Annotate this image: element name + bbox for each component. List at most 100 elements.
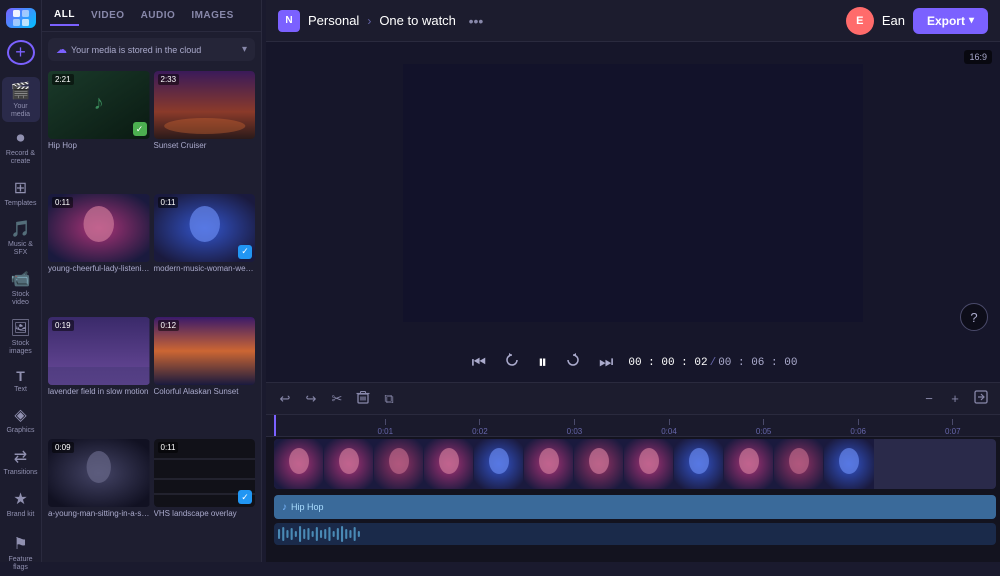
main-content: N Personal › One to watch ••• E Ean Expo…	[266, 0, 1000, 562]
zoom-out-icon: −	[925, 391, 933, 406]
zoom-out-button[interactable]: −	[918, 388, 940, 410]
scissors-icon: ✂	[332, 391, 343, 407]
ruler-mark-3: 0:03	[527, 419, 622, 436]
audio-track-waveform[interactable]	[270, 523, 1000, 549]
tab-images[interactable]: IMAGES	[187, 6, 237, 25]
sidebar-item-stock-images[interactable]: 🖼 Stock images	[2, 314, 40, 359]
ruler-mark-7: 0:07	[905, 419, 1000, 436]
current-time: 00 : 00 : 02	[628, 357, 707, 369]
skip-back-icon: ⏮	[472, 354, 486, 372]
plus-icon: +	[15, 42, 26, 63]
cloud-banner[interactable]: ☁ Your media is stored in the cloud ▾	[48, 38, 255, 61]
app-logo[interactable]	[6, 8, 36, 28]
rewind-icon	[504, 352, 520, 373]
zoom-in-button[interactable]: +	[944, 388, 966, 410]
topbar: N Personal › One to watch ••• E Ean Expo…	[266, 0, 1000, 42]
text-icon: T	[16, 368, 25, 384]
ruler-mark-6: 0:06	[811, 419, 906, 436]
skip-forward-button[interactable]: ⏭	[596, 351, 616, 375]
timecode: 00 : 00 : 02 / 00 : 06 : 00	[628, 357, 797, 369]
timeline: ↩ ↪ ✂	[266, 382, 1000, 562]
sidebar-item-feature-flags[interactable]: ⚑ Feature flags	[2, 530, 40, 575]
record-icon: ⏺	[16, 130, 24, 148]
user-avatar: E	[846, 7, 874, 35]
ellipsis-icon: •••	[469, 13, 484, 29]
fit-button[interactable]	[970, 388, 992, 410]
pause-icon: ⏸	[538, 352, 547, 373]
ruler-mark-4: 0:04	[622, 419, 717, 436]
sidebar-item-your-media[interactable]: 🎬 Your media	[2, 77, 40, 122]
timeline-ruler: 0:01 0:02 0:03 0:04 0:05 0:06 0:07	[266, 415, 1000, 437]
list-item[interactable]: 0:11 young-cheerful-lady-listening-to...	[48, 194, 150, 313]
play-pause-button[interactable]: ⏸	[535, 349, 550, 376]
question-mark-icon: ?	[970, 310, 977, 325]
fast-forward-button[interactable]	[562, 349, 584, 376]
user-name: Ean	[882, 13, 905, 28]
redo-button[interactable]: ↪	[300, 388, 322, 410]
add-media-button[interactable]: +	[7, 40, 35, 65]
timeline-toolbar: ↩ ↪ ✂	[266, 383, 1000, 415]
check-icon: ✓	[238, 490, 252, 504]
delete-button[interactable]	[352, 388, 374, 410]
list-item[interactable]: 0:09 a-young-man-sitting-in-a-studio-...	[48, 439, 150, 558]
cut-button[interactable]: ✂	[326, 388, 348, 410]
zoom-in-icon: +	[951, 391, 959, 406]
playhead	[274, 415, 276, 436]
sidebar-item-transitions[interactable]: ⇄ Transitions	[2, 443, 40, 481]
tab-audio[interactable]: AUDIO	[137, 6, 180, 25]
video-track[interactable]	[270, 437, 1000, 493]
sidebar-item-brand-kit[interactable]: ★ Brand kit	[2, 485, 40, 523]
check-icon: ✓	[133, 122, 147, 136]
sidebar-item-stock-video[interactable]: 📹 Stock video	[2, 265, 40, 310]
list-item[interactable]: 2:33 Sunset Cruiser	[154, 71, 256, 190]
transitions-icon: ⇄	[14, 447, 27, 467]
music-icon: 🎵	[11, 219, 31, 239]
preview-area: 16:9 ?	[266, 42, 1000, 343]
sidebar-item-record-create[interactable]: ⏺ Record &create	[2, 126, 40, 169]
feature-flags-icon: ⚑	[13, 534, 27, 554]
sidebar-item-music-sfx[interactable]: 🎵 Music & SFX	[2, 215, 40, 260]
sidebar-item-templates[interactable]: ⊞ Templates	[2, 174, 40, 212]
list-item[interactable]: 0:11 ✓ VHS landscape overlay	[154, 439, 256, 558]
templates-icon: ⊞	[14, 178, 27, 198]
timeline-tracks: ♪ Hip Hop	[266, 437, 1000, 562]
media-grid: ♪ 2:21 ✓ Hip Hop	[42, 67, 261, 562]
brand-kit-icon: ★	[13, 489, 27, 509]
list-item[interactable]: 0:11 ✓ modern-music-woman-wearing-...	[154, 194, 256, 313]
media-panel: ALL VIDEO AUDIO IMAGES ☁ Your media is s…	[42, 0, 262, 562]
list-item[interactable]: 0:12 Colorful Alaskan Sunset	[154, 317, 256, 436]
sidebar-item-text[interactable]: T Text	[2, 364, 40, 398]
chevron-down-icon: ▾	[242, 44, 247, 55]
rewind-button[interactable]	[501, 349, 523, 376]
tab-video[interactable]: VIDEO	[87, 6, 129, 25]
skip-back-button[interactable]: ⏮	[469, 351, 489, 375]
ruler-mark-2: 0:02	[433, 419, 528, 436]
audio-track-hip-hop[interactable]: ♪ Hip Hop	[270, 495, 1000, 521]
chevron-right-icon: ›	[367, 14, 371, 28]
list-item[interactable]: ♪ 2:21 ✓ Hip Hop	[48, 71, 150, 190]
copy-button[interactable]: ⧉	[378, 388, 400, 410]
sidebar-item-graphics[interactable]: ◈ Graphics	[2, 401, 40, 439]
skip-forward-icon: ⏭	[599, 354, 613, 372]
tab-all[interactable]: ALL	[50, 5, 79, 26]
project-badge: N	[278, 10, 300, 32]
stock-images-icon: 🖼	[10, 318, 30, 338]
delete-icon	[356, 390, 370, 407]
list-item[interactable]: 0:19 lavender field in slow motion	[48, 317, 150, 436]
music-note-icon: ♪	[282, 502, 287, 513]
total-time: 00 : 06 : 00	[718, 357, 797, 369]
more-options-button[interactable]: •••	[464, 9, 488, 33]
cloud-banner-text: Your media is stored in the cloud	[71, 45, 201, 55]
redo-icon: ↪	[306, 391, 317, 407]
ruler-mark-5: 0:05	[716, 419, 811, 436]
export-button[interactable]: Export ▾	[913, 8, 988, 34]
undo-button[interactable]: ↩	[274, 388, 296, 410]
project-name[interactable]: Personal	[308, 13, 359, 28]
aspect-ratio-badge: 16:9	[964, 50, 992, 64]
fast-forward-icon	[565, 352, 581, 373]
fit-icon	[974, 390, 988, 407]
help-button[interactable]: ?	[960, 303, 988, 331]
export-chevron-icon: ▾	[969, 15, 974, 26]
graphics-icon: ◈	[14, 405, 26, 425]
project-title[interactable]: One to watch	[379, 13, 456, 28]
